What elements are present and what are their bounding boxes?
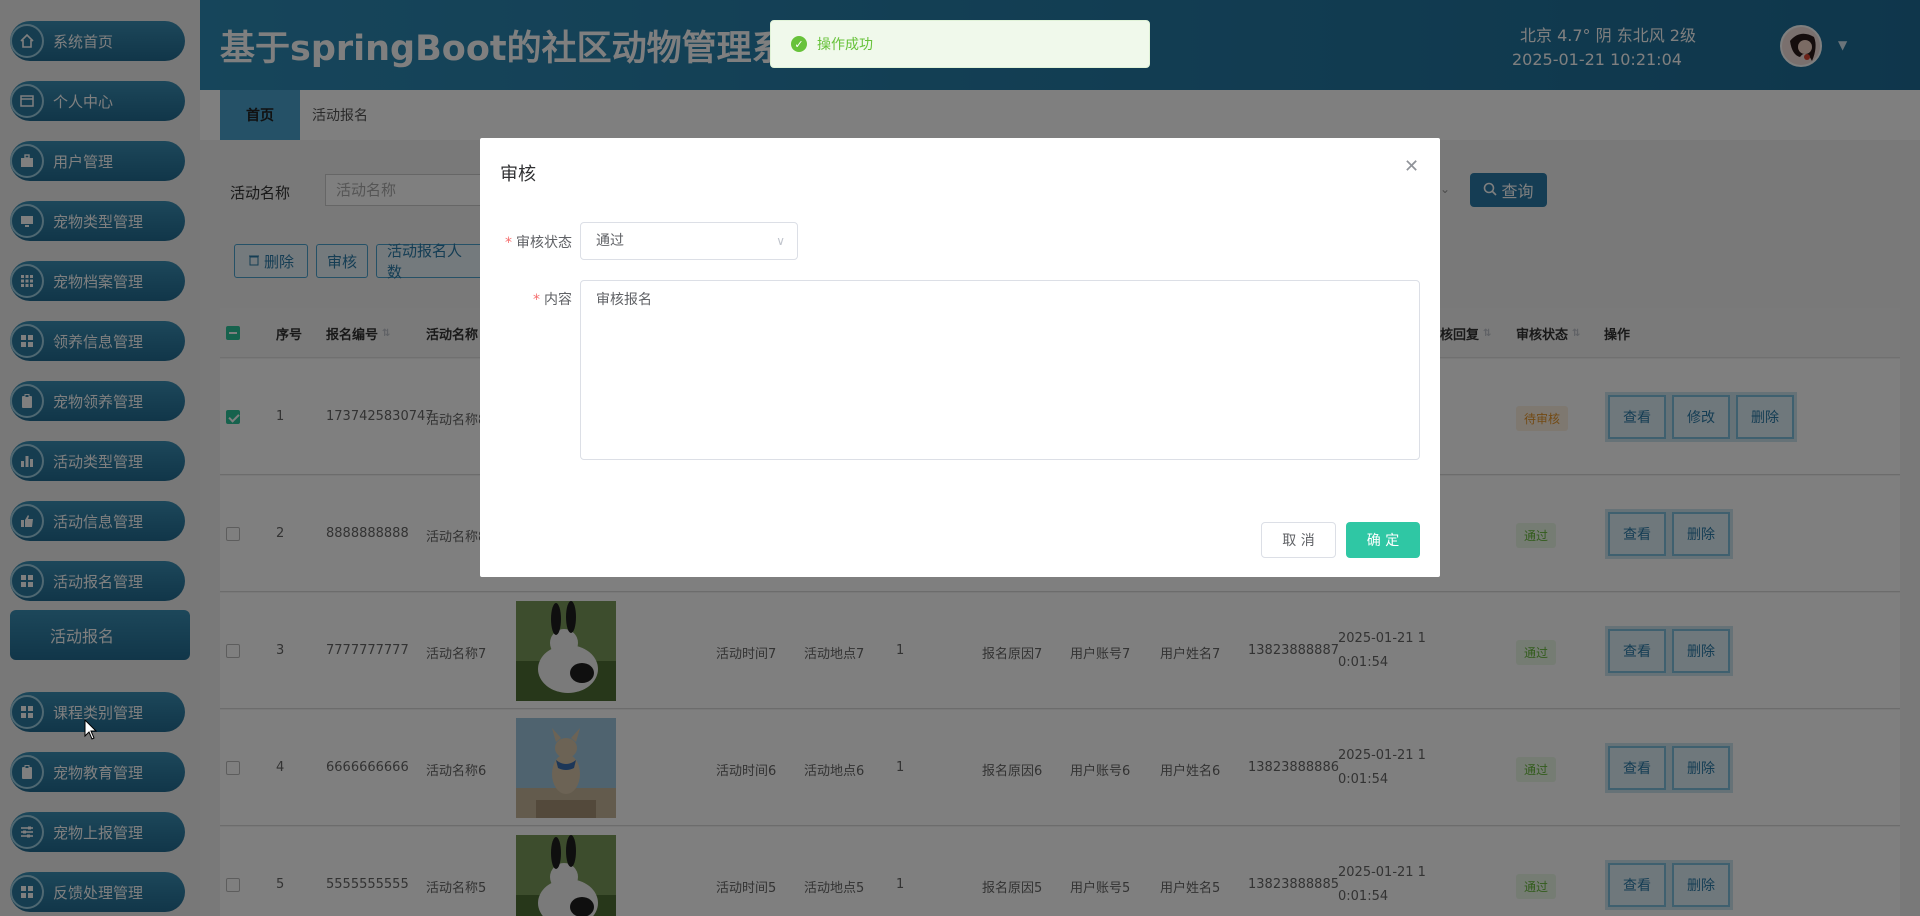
close-icon[interactable]: ✕ [1404,156,1419,177]
success-toast: ✓ 操作成功 [770,20,1150,68]
chevron-down-icon: ∨ [776,234,785,248]
toast-text: 操作成功 [817,37,873,53]
dialog-title: 审核 [500,164,536,185]
check-circle-icon: ✓ [791,36,807,52]
cancel-button[interactable]: 取 消 [1261,522,1336,558]
audit-dialog: 审核 ✕ * 审核状态 通过 ∨ * 内容 审核报名 取 消 确 定 [480,138,1440,577]
status-label-text: 审核状态 [516,235,572,251]
status-field-label: * 审核状态 [505,235,572,251]
status-select-value: 通过 [596,233,624,249]
confirm-button[interactable]: 确 定 [1346,522,1420,558]
content-field-label: * 内容 [533,292,572,308]
status-select[interactable]: 通过 ∨ [580,222,798,260]
content-label-text: 内容 [544,292,572,308]
content-textarea[interactable]: 审核报名 [580,280,1420,460]
